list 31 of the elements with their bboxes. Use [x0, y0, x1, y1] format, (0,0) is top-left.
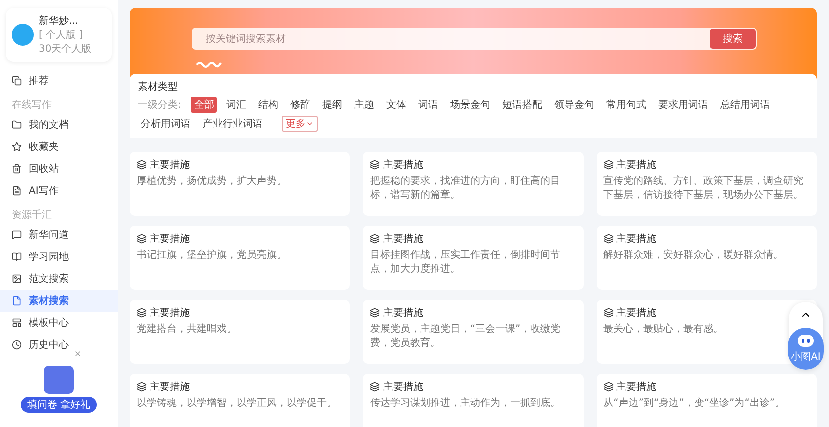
filter-title: 素材类型: [138, 80, 179, 94]
plan-label: 30天个人版: [39, 43, 93, 56]
card-title: 主要措施: [616, 232, 657, 246]
card-title: 主要措施: [616, 306, 657, 320]
edition-label: [ 个人版 ]: [39, 29, 84, 42]
section-label: 资源千汇: [11, 208, 53, 223]
card-title: 主要措施: [150, 158, 190, 172]
card-text: 书记扛旗，堡垒护旗，党员亮旗。: [137, 249, 287, 262]
card-text: 以学铸魂，以学增智，以学正风，以学促干。: [137, 397, 337, 410]
card-text: 最关心，最贴心，最有感。: [604, 323, 724, 336]
filter-label: 一级分类:: [138, 98, 182, 112]
card-title: 主要措施: [150, 306, 190, 320]
card-text: 宣传党的路线、方针、政策下基层，调查研究下基层，信访接待下基层，现场办公下基层。: [604, 175, 805, 202]
card-title: 主要措施: [616, 380, 657, 394]
card-text: 目标挂图作战，压实工作责任，倒排时间节点，加大力度推进。: [370, 249, 562, 276]
card-title: 主要措施: [616, 158, 657, 172]
card-text: 厚植优势，扬优成势，扩大声势。: [137, 175, 287, 188]
card-title: 主要措施: [383, 158, 424, 172]
card-text: 解好群众难，安好群众心，暖好群众情。: [604, 249, 784, 262]
card-text: 从“声边”到“身边”，变“坐诊”为“出诊”。: [604, 397, 786, 410]
card-text: 发展党员，主题党日，“三会一课”，收缴党费，党员教育。: [370, 323, 562, 350]
card-title: 主要措施: [150, 380, 190, 394]
card-title: 主要措施: [383, 232, 424, 246]
card-text: 传达学习谋划推进，主动作为，一抓到底。: [370, 397, 560, 410]
card-text: 党建搭台，共建唱戏。: [137, 323, 237, 336]
card-title: 主要措施: [383, 306, 424, 320]
card-title: 主要措施: [383, 380, 424, 394]
card-title: 主要措施: [150, 232, 190, 246]
user-name: 新华妙...: [39, 14, 79, 28]
section-label: 在线写作: [11, 98, 53, 113]
card-text: 把握稳的要求，找准进的方向，盯住高的目标，谱写新的篇章。: [370, 175, 562, 202]
